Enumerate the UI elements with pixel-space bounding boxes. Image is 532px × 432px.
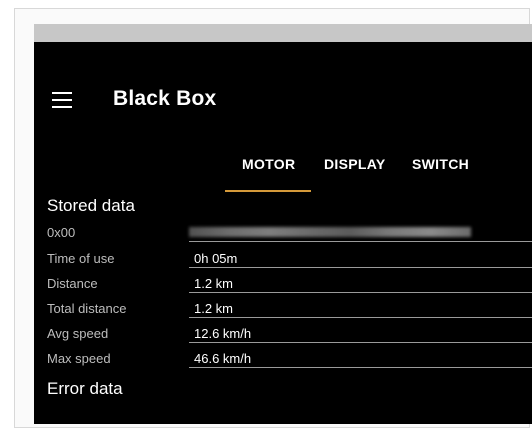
app-screen: Black Box MOTOR DISPLAY SWITCH Stored da… [34,24,532,424]
data-row-avg-speed: Avg speed 12.6 km/h [34,324,532,343]
hamburger-menu-icon[interactable] [52,92,72,108]
row-value: 12.6 km/h [194,326,252,341]
row-value: 1.2 km [194,276,234,291]
tab-bar: MOTOR DISPLAY SWITCH [34,152,532,192]
row-label: Distance [47,276,98,291]
active-tab-indicator [225,190,311,192]
row-label: Total distance [47,301,127,316]
row-label: Max speed [47,351,111,366]
row-label: Time of use [47,251,115,266]
tab-switch[interactable]: SWITCH [412,156,469,172]
row-label: Avg speed [47,326,109,341]
data-row-max-speed: Max speed 46.6 km/h [34,349,532,368]
data-row-distance: Distance 1.2 km [34,274,532,293]
row-value: 0h 05m [194,251,238,266]
row-divider [189,342,532,343]
address-label: 0x00 [47,225,76,240]
data-row-time-of-use: Time of use 0h 05m [34,249,532,268]
row-value: 1.2 km [194,301,234,316]
data-row-total-distance: Total distance 1.2 km [34,299,532,318]
tab-display[interactable]: DISPLAY [324,156,386,172]
row-divider [189,241,532,242]
tab-motor[interactable]: MOTOR [242,156,295,172]
row-value: 46.6 km/h [194,351,252,366]
row-divider [189,317,532,318]
address-value-blurred [189,227,471,237]
stored-data-title: Stored data [47,196,135,215]
address-row: 0x00 [34,223,532,242]
row-divider [189,292,532,293]
status-bar [34,24,532,42]
row-divider [189,267,532,268]
error-data-title: Error data [47,379,123,398]
app-title: Black Box [113,87,217,110]
row-divider [189,367,532,368]
